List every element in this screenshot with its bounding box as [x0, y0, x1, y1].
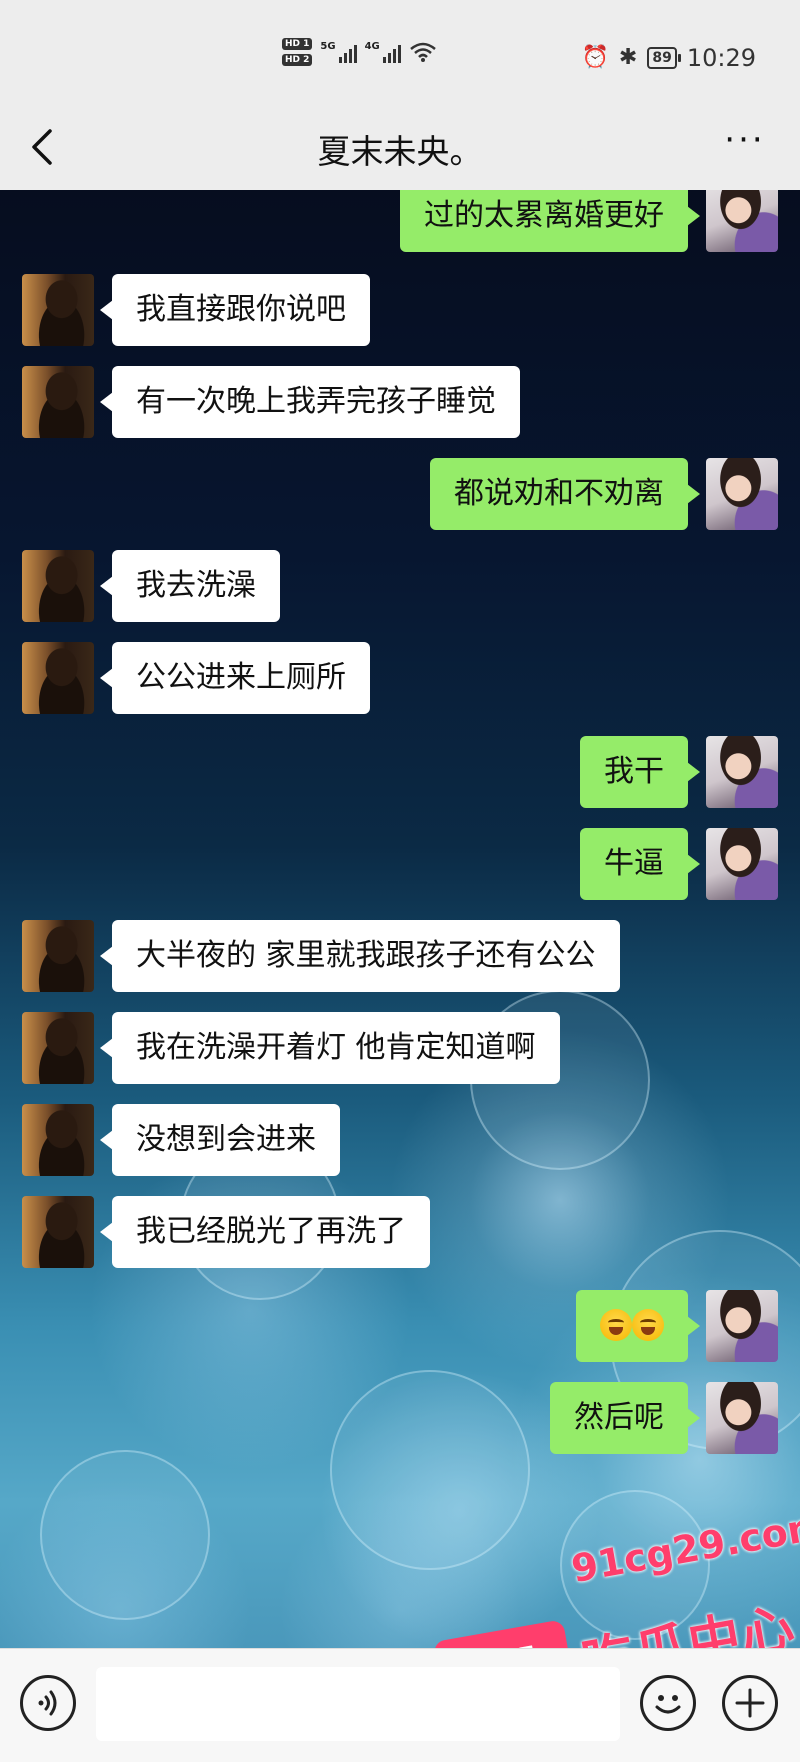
hd2-badge: HD 2 — [282, 54, 313, 66]
message-row: 牛逼 — [0, 826, 800, 900]
message-bubble-other[interactable]: 我在洗澡开着灯 他肯定知道啊 — [100, 1012, 560, 1084]
message-bubble-self[interactable]: 都说劝和不劝离 — [430, 458, 700, 530]
rofl-emoji-icon — [632, 1308, 664, 1341]
status-bar: HD 1 HD 2 5G 4G ⏰ ✱ 89 10:29 — [0, 0, 800, 105]
rofl-emoji-icon — [600, 1308, 632, 1341]
message-bubble-self[interactable]: 我干 — [580, 736, 700, 808]
emoji-button[interactable] — [640, 1675, 696, 1731]
message-row: 公公进来上厕所 — [0, 640, 800, 714]
ellipsis-icon: ··· — [724, 120, 766, 160]
self-avatar[interactable] — [706, 828, 778, 900]
sim1-signal-icon: 5G — [320, 41, 357, 63]
plus-button[interactable] — [722, 1675, 778, 1731]
status-right-group: ⏰ ✱ 89 10:29 — [582, 44, 757, 72]
message-row: 没想到会进来 — [0, 1102, 800, 1176]
self-avatar[interactable] — [706, 1382, 778, 1454]
bluetooth-icon: ✱ — [618, 45, 638, 70]
message-row: 我干 — [0, 734, 800, 808]
contact-avatar[interactable] — [22, 366, 94, 438]
message-row — [0, 1288, 800, 1362]
plus-icon — [735, 1688, 765, 1718]
self-avatar[interactable] — [706, 736, 778, 808]
message-row: 都说劝和不劝离 — [0, 456, 800, 530]
message-row: 我已经脱光了再洗了 — [0, 1194, 800, 1268]
sim1-network-label: 5G — [320, 41, 336, 52]
message-row: 我直接跟你说吧 — [0, 272, 800, 346]
message-bubble-self[interactable]: 牛逼 — [580, 828, 700, 900]
message-bubble-other[interactable]: 公公进来上厕所 — [100, 642, 370, 714]
message-input[interactable] — [96, 1667, 620, 1741]
message-bubble-self[interactable]: 过的太累离婚更好 — [400, 190, 700, 252]
message-row: 我在洗澡开着灯 他肯定知道啊 — [0, 1010, 800, 1084]
status-time: 10:29 — [686, 44, 756, 72]
message-row: 大半夜的 家里就我跟孩子还有公公 — [0, 918, 800, 992]
message-row: 然后呢 — [0, 1380, 800, 1454]
voice-icon — [38, 1690, 57, 1716]
contact-avatar[interactable] — [22, 920, 94, 992]
smiley-icon — [655, 1695, 681, 1714]
message-bubble-other[interactable]: 我直接跟你说吧 — [100, 274, 370, 346]
sim-signal-group: HD 1 HD 2 5G 4G — [282, 38, 437, 66]
chat-title: 夏末未央。 — [317, 132, 483, 171]
chat-message-list[interactable]: 过的太累离婚更好 我直接跟你说吧 有一次晚上我弄完孩子睡觉 都说劝和不劝离 我去… — [0, 190, 800, 1648]
wifi-icon — [409, 42, 436, 62]
battery-indicator: 89 — [647, 47, 682, 69]
message-bubble-other[interactable]: 没想到会进来 — [100, 1104, 340, 1176]
message-bubble-other[interactable]: 有一次晚上我弄完孩子睡觉 — [100, 366, 520, 438]
self-avatar[interactable] — [706, 458, 778, 530]
message-bubble-self-emoji[interactable] — [576, 1290, 700, 1362]
hd-badges: HD 1 HD 2 — [282, 38, 313, 66]
contact-avatar[interactable] — [22, 642, 94, 714]
contact-avatar[interactable] — [22, 1196, 94, 1268]
contact-avatar[interactable] — [22, 274, 94, 346]
contact-avatar[interactable] — [22, 1104, 94, 1176]
sim2-network-label: 4G — [364, 41, 380, 52]
chat-header: 夏末未央。 ··· — [0, 105, 800, 190]
input-bar — [0, 1648, 800, 1762]
message-row: 有一次晚上我弄完孩子睡觉 — [0, 364, 800, 438]
more-button[interactable]: ··· — [720, 123, 770, 165]
self-avatar[interactable] — [706, 1290, 778, 1362]
message-bubble-other[interactable]: 大半夜的 家里就我跟孩子还有公公 — [100, 920, 620, 992]
message-bubble-other[interactable]: 我去洗澡 — [100, 550, 280, 622]
message-bubble-self[interactable]: 然后呢 — [550, 1382, 700, 1454]
message-row: 我去洗澡 — [0, 548, 800, 622]
alarm-icon: ⏰ — [581, 45, 609, 70]
self-avatar[interactable] — [706, 190, 778, 252]
sim2-signal-icon: 4G — [365, 41, 401, 63]
message-row: 过的太累离婚更好 — [0, 190, 800, 252]
voice-button[interactable] — [20, 1675, 76, 1731]
hd1-badge: HD 1 — [282, 38, 313, 50]
message-bubble-other[interactable]: 我已经脱光了再洗了 — [100, 1196, 430, 1268]
contact-avatar[interactable] — [22, 550, 94, 622]
contact-avatar[interactable] — [22, 1012, 94, 1084]
